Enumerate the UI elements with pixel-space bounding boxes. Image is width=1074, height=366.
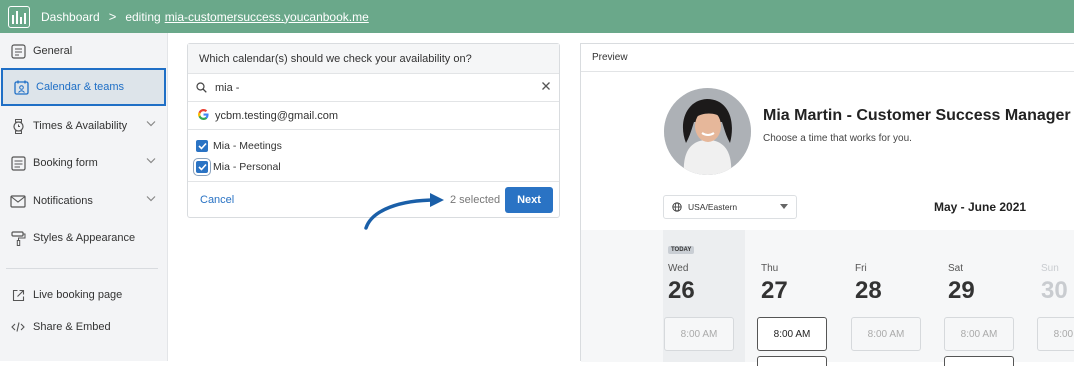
sidebar-item-notifications[interactable]: Notifications — [0, 183, 168, 219]
chevron-down-icon[interactable] — [146, 157, 156, 164]
day-number: 26 — [668, 277, 695, 304]
calendar-search-row — [188, 74, 559, 102]
calendar-list: Mia - Meetings Mia - Personal — [188, 130, 559, 182]
booking-page-link[interactable]: mia-customersuccess.youcanbook.me — [165, 10, 369, 24]
sidebar-item-live-booking-page[interactable]: Live booking page — [0, 277, 168, 313]
day-name: Wed — [668, 263, 689, 274]
breadcrumb-editing-label: editing — [125, 9, 161, 24]
profile-name: Mia Martin - Customer Success Manager — [763, 107, 1071, 124]
clear-search-icon[interactable] — [541, 81, 551, 91]
checkbox-checked-icon[interactable] — [196, 139, 208, 152]
month-range: May - June 2021 — [934, 200, 1027, 214]
time-slot[interactable]: 8:00 AM — [944, 317, 1014, 351]
sidebar-item-label: Share & Embed — [33, 321, 111, 333]
timezone-select[interactable]: USA/Eastern — [663, 195, 797, 219]
day-column: Thu 27 8:00 AM — [756, 230, 838, 366]
sidebar-item-booking-form[interactable]: Booking form — [0, 145, 168, 181]
profile-avatar — [664, 88, 751, 175]
sidebar-item-label: Notifications — [33, 195, 93, 207]
google-account-email: ycbm.testing@gmail.com — [215, 109, 339, 122]
today-badge: TODAY — [668, 246, 695, 254]
sidebar: General Calendar & teams Times & Availab… — [0, 33, 168, 361]
calendar-option[interactable]: Mia - Personal — [188, 156, 559, 177]
day-name: Fri — [855, 263, 867, 274]
day-number: 28 — [855, 277, 882, 304]
calendar-question: Which calendar(s) should we check your a… — [188, 44, 559, 74]
sidebar-item-calendar-teams[interactable]: Calendar & teams — [1, 68, 166, 106]
day-number: 30 — [1041, 277, 1068, 304]
calendar-search-input[interactable] — [215, 81, 515, 94]
breadcrumb-separator: > — [108, 9, 117, 24]
sidebar-item-label: General — [33, 45, 73, 57]
breadcrumb-dashboard[interactable]: Dashboard — [41, 10, 100, 24]
time-slot[interactable] — [944, 356, 1014, 366]
day-number: 29 — [948, 277, 975, 304]
google-icon — [198, 108, 209, 123]
paint-roller-icon — [10, 230, 26, 246]
cancel-button[interactable]: Cancel — [200, 194, 234, 206]
sidebar-item-label: Times & Availability — [33, 120, 128, 132]
day-column: Sun 30 8:00 AM — [1036, 230, 1074, 362]
time-slot[interactable]: 8:00 AM — [664, 317, 734, 351]
google-account-row: ycbm.testing@gmail.com — [188, 102, 559, 130]
time-slot[interactable]: 8:00 AM — [851, 317, 921, 351]
timezone-value: USA/Eastern — [688, 202, 738, 212]
sidebar-item-styles-appearance[interactable]: Styles & Appearance — [0, 220, 168, 256]
form-icon — [10, 155, 26, 171]
search-icon — [196, 82, 207, 93]
top-bar: Dashboard > editing mia-customersuccess.… — [0, 0, 1074, 33]
day-strip: TODAY Wed 26 8:00 AM Thu 27 8:00 AM Fri … — [581, 230, 1074, 366]
watch-icon — [10, 118, 26, 134]
calendar-option[interactable]: Mia - Meetings — [188, 135, 559, 156]
profile-subtitle: Choose a time that works for you. — [763, 133, 912, 144]
caret-down-icon — [780, 204, 788, 209]
sidebar-item-label: Live booking page — [33, 289, 123, 301]
sidebar-item-label: Calendar & teams — [36, 81, 125, 93]
next-button[interactable]: Next — [505, 187, 553, 213]
sidebar-item-share-embed[interactable]: Share & Embed — [0, 309, 168, 345]
calendar-option-label: Mia - Personal — [213, 160, 281, 173]
day-name: Thu — [761, 263, 779, 274]
selected-count: 2 selected — [450, 194, 501, 206]
day-column: TODAY Wed 26 8:00 AM — [663, 230, 745, 362]
envelope-icon — [10, 193, 26, 209]
calendar-teams-icon — [13, 79, 29, 95]
app-logo-icon[interactable] — [8, 5, 30, 28]
sidebar-item-times-availability[interactable]: Times & Availability — [0, 108, 168, 144]
calendar-option-label: Mia - Meetings — [213, 139, 282, 152]
annotation-arrow-icon — [364, 193, 444, 230]
time-slot[interactable]: 8:00 AM — [1037, 317, 1074, 351]
globe-icon — [672, 202, 682, 212]
chevron-down-icon[interactable] — [146, 120, 156, 127]
checkbox-checked-icon[interactable] — [193, 157, 211, 176]
chevron-down-icon[interactable] — [146, 195, 156, 202]
preview-title: Preview — [581, 44, 1074, 72]
day-name: Sun — [1041, 263, 1059, 274]
sidebar-item-label: Booking form — [33, 157, 98, 169]
external-link-icon — [10, 287, 26, 303]
general-icon — [10, 43, 26, 59]
sidebar-divider — [6, 268, 158, 269]
time-slot[interactable] — [757, 356, 827, 366]
day-column: Sat 29 8:00 AM — [943, 230, 1025, 366]
day-column: Fri 28 8:00 AM — [850, 230, 932, 362]
sidebar-item-general[interactable]: General — [0, 33, 168, 69]
sidebar-item-label: Styles & Appearance — [33, 232, 136, 244]
day-name: Sat — [948, 263, 964, 274]
time-slot[interactable]: 8:00 AM — [757, 317, 827, 351]
booking-preview: Preview Mia Martin - Customer Success Ma… — [580, 43, 1074, 366]
code-icon — [10, 319, 26, 335]
day-number: 27 — [761, 277, 788, 304]
